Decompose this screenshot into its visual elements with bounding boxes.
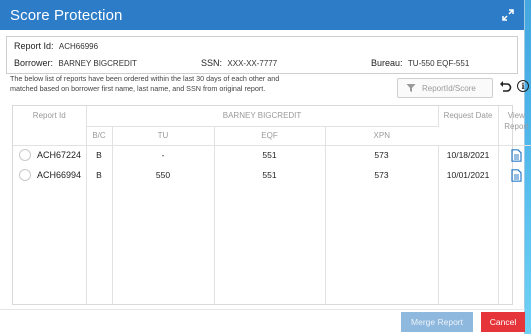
col-header-xpn: XPN (325, 126, 439, 146)
report-id-value: ACH66996 (58, 42, 99, 51)
footer-divider (0, 309, 525, 310)
bureau-block: Bureau: TU-550 EQF-551 (371, 58, 469, 68)
tu-cell: 550 (112, 165, 215, 185)
row-report-id: ACH66994 (37, 170, 82, 180)
filler-cell (498, 185, 531, 304)
ssn-label: SSN: (201, 58, 223, 68)
col-header-eqf: EQF (214, 126, 326, 146)
view-report-cell (498, 165, 531, 185)
notice-line-2: matched based on borrower first name, la… (10, 83, 266, 93)
row-report-id: ACH67224 (37, 150, 82, 161)
filler-cell (214, 185, 326, 304)
reports-table: Report Id BARNEY BIGCREDIT Request Date … (13, 106, 531, 304)
col-header-report-id: Report Id (13, 106, 87, 146)
merge-report-button[interactable]: Merge Report (401, 312, 473, 332)
title-bar: Score Protection (0, 0, 524, 30)
info-icon[interactable]: i (517, 80, 529, 92)
filler-cell (438, 185, 499, 304)
row-select-radio[interactable] (19, 149, 31, 162)
report-id-row: Report Id: ACH66996 (14, 41, 98, 51)
xpn-cell: 573 (325, 165, 439, 185)
reports-table-container: Report Id BARNEY BIGCREDIT Request Date … (12, 105, 531, 305)
bc-cell: B (86, 145, 113, 165)
col-header-bc: B/C (86, 126, 113, 146)
filler-cell (13, 185, 87, 304)
document-icon[interactable] (511, 148, 522, 162)
matching-notice: The below list of reports have been orde… (10, 74, 310, 93)
request-date-cell: 10/18/2021 (438, 145, 499, 165)
request-date-cell: 10/01/2021 (438, 165, 499, 185)
table-row[interactable]: ACH66994 B 550 551 573 10/01/2021 (13, 165, 531, 185)
filler-cell (325, 185, 439, 304)
bureau-value: TU-550 EQF-551 (407, 59, 470, 68)
col-header-request-date: Request Date (438, 106, 499, 146)
report-id-cell: ACH66994 (13, 165, 87, 185)
borrower-block: Borrower: BARNEY BIGCREDIT (14, 58, 137, 68)
col-header-borrower-group: BARNEY BIGCREDIT (86, 106, 439, 127)
report-info-panel: Report Id: ACH66996 Borrower: BARNEY BIG… (6, 36, 518, 74)
notice-line-1: The below list of reports have been orde… (10, 74, 280, 83)
expand-arrows-icon[interactable] (501, 8, 515, 22)
cancel-button[interactable]: Cancel (481, 312, 525, 332)
col-header-view-report: View Report (498, 106, 531, 146)
table-row[interactable]: ACH67224 B - 551 573 10/18/2021 (13, 145, 531, 165)
bc-cell: B (86, 165, 113, 185)
ssn-value: XXX-XX-7777 (227, 59, 278, 68)
borrower-value: BARNEY BIGCREDIT (58, 59, 137, 68)
filler-cell (86, 185, 113, 304)
score-protection-dialog: Score Protection Report Id: ACH66996 Bor… (0, 0, 531, 334)
dialog-title: Score Protection (10, 6, 123, 24)
row-select-radio[interactable] (19, 169, 31, 181)
col-header-tu: TU (112, 126, 215, 146)
funnel-icon (406, 84, 416, 92)
bureau-label: Bureau: (371, 58, 403, 68)
report-id-label: Report Id: (14, 41, 54, 51)
undo-icon[interactable] (498, 80, 512, 94)
document-icon[interactable] (511, 168, 522, 182)
report-filter-button[interactable]: ReportId/Score (397, 78, 493, 98)
eqf-cell: 551 (214, 165, 326, 185)
filler-cell (112, 185, 215, 304)
ssn-block: SSN: XXX-XX-7777 (201, 58, 277, 68)
report-id-cell: ACH67224 (13, 145, 87, 165)
filter-placeholder: ReportId/Score (422, 83, 476, 93)
info-glyph: i (521, 81, 525, 91)
borrower-label: Borrower: (14, 58, 54, 68)
view-report-cell (498, 145, 531, 165)
table-header-row-1: Report Id BARNEY BIGCREDIT Request Date … (13, 106, 531, 146)
tu-cell: - (112, 145, 215, 165)
eqf-cell: 551 (214, 145, 326, 165)
xpn-cell: 573 (325, 145, 439, 165)
table-empty-space (13, 185, 531, 304)
